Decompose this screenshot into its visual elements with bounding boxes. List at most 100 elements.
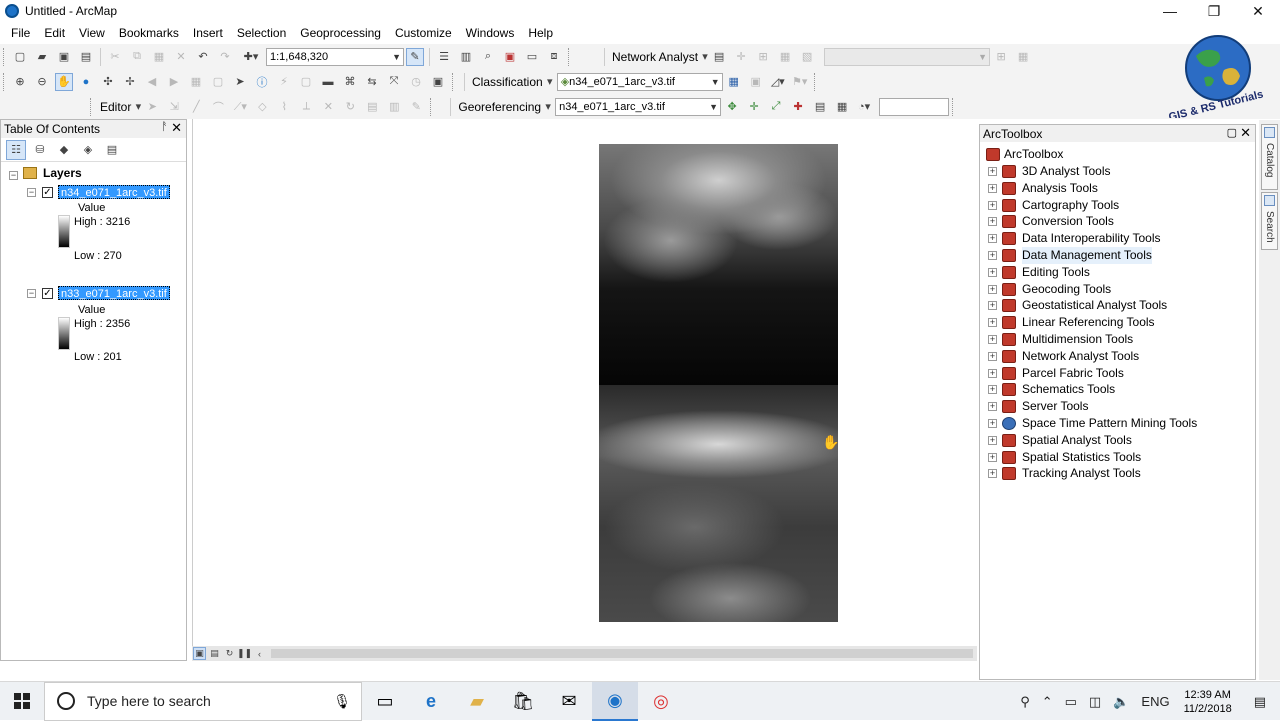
list-by-visibility-icon[interactable]: ◆ [54,140,74,160]
classification-layer-combo[interactable]: ◈ n34_e071_1arc_v3.tif ▼ [556,72,723,91]
expand-icon[interactable]: + [988,335,997,344]
select-network-element-icon[interactable]: ⊞ [754,48,772,66]
georef-input-box[interactable] [879,97,950,116]
options-icon[interactable]: ▤ [102,140,122,160]
expand-icon[interactable]: + [988,234,997,244]
windows-start-icon[interactable] [0,682,44,721]
trace-icon[interactable]: ⟋▾ [231,98,249,116]
expand-icon[interactable]: + [988,183,997,193]
expand-icon[interactable]: + [988,452,997,462]
list-by-source-icon[interactable]: ⛁ [30,140,50,160]
close-icon[interactable]: ✕ [171,120,182,136]
delete-icon[interactable]: ✕ [172,48,190,66]
layers-group-label[interactable]: Layers [43,166,82,180]
create-features-icon[interactable]: ✎ [407,98,425,116]
undo-icon[interactable]: ↶ [194,48,212,66]
layout-view-icon[interactable]: ▤ [208,647,221,660]
paste-icon[interactable]: ▦ [150,48,168,66]
task-view-icon[interactable]: ▭ [362,682,408,721]
find-binoculars-icon[interactable]: ⌘ [341,73,359,91]
menu-geoprocessing[interactable]: Geoprocessing [293,22,388,44]
collapse-icon[interactable]: − [27,289,36,298]
zoom-in-icon[interactable]: ⊕ [11,73,29,91]
attributes-icon[interactable]: ▤ [363,98,381,116]
people-icon[interactable]: ⚲ [1014,694,1036,710]
close-icon[interactable]: ✕ [1240,125,1251,141]
measure-icon[interactable]: ▬ [319,73,337,91]
identify-icon[interactable]: ⓘ [253,73,271,91]
menu-help[interactable]: Help [521,22,560,44]
map-view[interactable]: ✋ [192,119,977,646]
expand-icon[interactable]: + [988,435,997,445]
cut-icon[interactable]: ✂ [106,48,124,66]
editor-toolbar-icon[interactable]: ✎ [406,47,424,66]
expand-icon[interactable]: + [988,318,997,328]
scroll-left-icon[interactable]: ‹ [253,647,266,660]
show-hidden-icons-chevron[interactable]: ⌃ [1036,694,1059,710]
go-to-xy-icon[interactable]: ⤧ [385,73,403,91]
select-by-graphic-icon[interactable]: ▦ [187,73,205,91]
shift-icon[interactable]: ✛ [745,98,763,116]
language-indicator[interactable]: ENG [1135,694,1175,709]
directions-icon[interactable]: ▧ [798,48,816,66]
expand-icon[interactable]: + [988,385,997,395]
fixed-zoom-in-icon[interactable]: ✣ [99,73,117,91]
menu-customize[interactable]: Customize [388,22,459,44]
build-network-icon[interactable]: ⊞ [992,48,1010,66]
edit-vertices-icon[interactable]: ◇ [253,98,271,116]
volume-icon[interactable]: 🔈 [1107,694,1135,710]
pause-drawing-icon[interactable]: ❚❚ [237,647,252,660]
chrome-icon[interactable]: ◎ [638,682,684,721]
expand-icon[interactable]: + [988,301,997,311]
reshape-icon[interactable]: ⌇ [275,98,293,116]
full-extent-globe-icon[interactable]: ● [77,73,95,91]
edit-annotation-icon[interactable]: ⇲ [165,98,183,116]
arcmap-taskbar-icon[interactable]: ◉ [592,681,638,721]
expand-icon[interactable]: + [988,419,997,428]
solve-icon[interactable]: ▦ [776,48,794,66]
layer-name-n33[interactable]: n33_e071_1arc_v3.tif [58,286,170,300]
file-explorer-icon[interactable]: ▰ [454,682,500,721]
expand-icon[interactable]: + [988,167,997,176]
pan-hand-icon[interactable]: ✋ [55,72,73,91]
georef-layer-combo[interactable]: n34_e071_1arc_v3.tif ▼ [555,97,722,116]
html-popup-icon[interactable]: ▢ [297,73,315,91]
image-analysis-icon[interactable]: ▦ [725,73,743,91]
minimize-button[interactable]: — [1148,0,1192,22]
map-scale-combo[interactable]: 1:1,648,320 ▼ [266,47,404,66]
network-identify-icon[interactable]: ▦ [1014,48,1032,66]
menu-view[interactable]: View [72,22,112,44]
menu-edit[interactable]: Edit [37,22,72,44]
end-point-arc-icon[interactable]: ⌒ [209,98,227,116]
hyperlink-icon[interactable]: ⚡ [275,73,293,91]
expand-icon[interactable]: + [988,368,997,378]
view-link-table-icon[interactable]: ▦ [833,98,851,116]
rotate-georef-icon[interactable]: ✥ [723,98,741,116]
redo-icon[interactable]: ↷ [216,48,234,66]
edge-browser-icon[interactable]: e [408,682,454,721]
training-sample-icon[interactable]: ▣ [747,73,765,91]
zoom-out-icon[interactable]: ⊖ [33,73,51,91]
print-icon[interactable]: ▤ [77,48,95,66]
copy-icon[interactable]: ⧉ [128,48,146,66]
time-slider-icon[interactable]: ◷ [407,73,425,91]
taskbar-search-input[interactable]: Type here to search 🎙 [44,681,362,721]
microphone-icon[interactable]: 🎙 [333,693,351,710]
new-document-icon[interactable]: ▢ [11,48,29,66]
go-forward-icon[interactable]: ▶ [165,73,183,91]
find-route-icon[interactable]: ⇆ [363,73,381,91]
store-icon[interactable]: 🛍 [500,682,546,721]
mail-icon[interactable]: ✉ [546,682,592,721]
close-button[interactable]: ✕ [1236,0,1280,22]
expand-icon[interactable]: + [988,469,997,479]
open-folder-icon[interactable]: ▰ [33,48,51,66]
expand-icon[interactable]: + [988,351,997,361]
network-dataset-combo[interactable]: ▼ [824,47,991,66]
network-analyst-window-icon[interactable]: ▤ [710,48,728,66]
sketch-properties-icon[interactable]: ▥ [385,98,403,116]
network-analyst-menu[interactable]: Network Analyst [608,50,702,64]
expand-icon[interactable]: + [988,200,997,210]
maximize-icon[interactable]: ▢ [1227,126,1237,139]
menu-windows[interactable]: Windows [459,22,522,44]
straight-segment-icon[interactable]: ╱ [187,98,205,116]
